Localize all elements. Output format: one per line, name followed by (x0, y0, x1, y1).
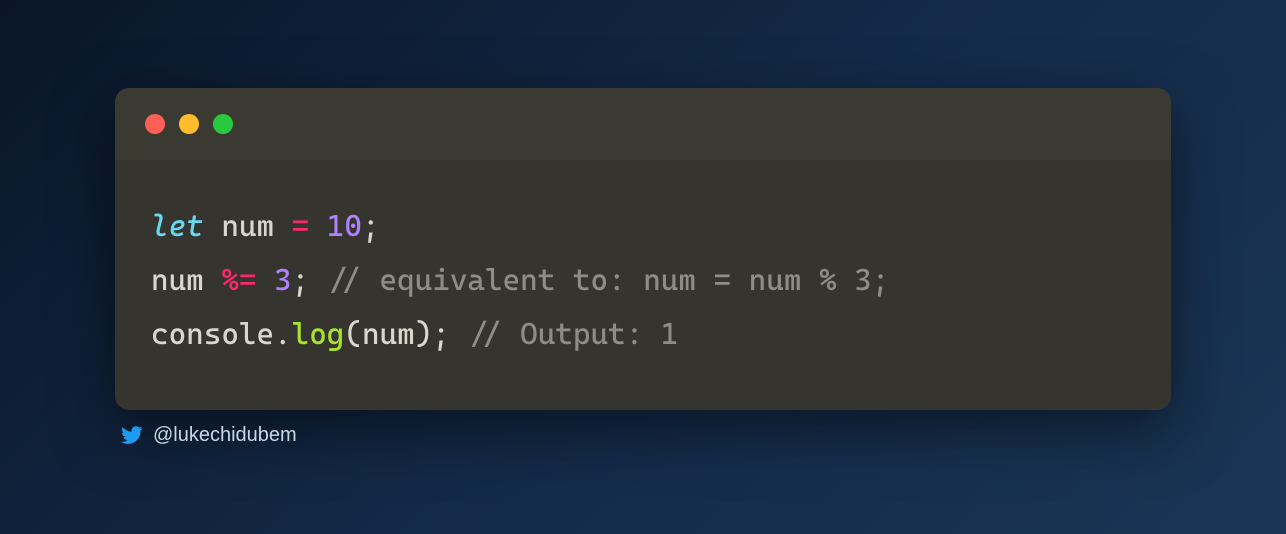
operator: = (292, 209, 310, 244)
punctuation: ; (362, 209, 380, 244)
code-window: let num = 10; num %= 3; // equivalent to… (115, 88, 1171, 410)
code-snippet-card: let num = 10; num %= 3; // equivalent to… (115, 88, 1171, 447)
number-literal: 3 (274, 263, 292, 298)
attribution: @lukechidubem (115, 424, 1171, 447)
window-titlebar (115, 88, 1171, 160)
twitter-handle[interactable]: @lukechidubem (153, 424, 297, 447)
punctuation: ; (432, 317, 450, 352)
function-name: log (292, 317, 345, 352)
close-icon[interactable] (145, 114, 165, 134)
argument: num (362, 317, 415, 352)
code-line: console.log(num); // Output: 1 (151, 317, 678, 352)
punctuation: ) (415, 317, 433, 352)
operator: %= (221, 263, 256, 298)
twitter-icon (121, 424, 143, 446)
code-line: num %= 3; // equivalent to: num = num % … (151, 263, 889, 298)
number-literal: 10 (327, 209, 362, 244)
punctuation: ( (344, 317, 362, 352)
punctuation: . (274, 317, 292, 352)
code-block: let num = 10; num %= 3; // equivalent to… (115, 160, 1171, 410)
identifier: console (151, 317, 274, 352)
minimize-icon[interactable] (179, 114, 199, 134)
identifier: num (151, 263, 204, 298)
keyword: let (151, 209, 204, 244)
comment: // equivalent to: num = num % 3; (327, 263, 890, 298)
identifier: num (221, 209, 274, 244)
code-line: let num = 10; (151, 209, 380, 244)
maximize-icon[interactable] (213, 114, 233, 134)
punctuation: ; (292, 263, 310, 298)
comment: // Output: 1 (467, 317, 678, 352)
